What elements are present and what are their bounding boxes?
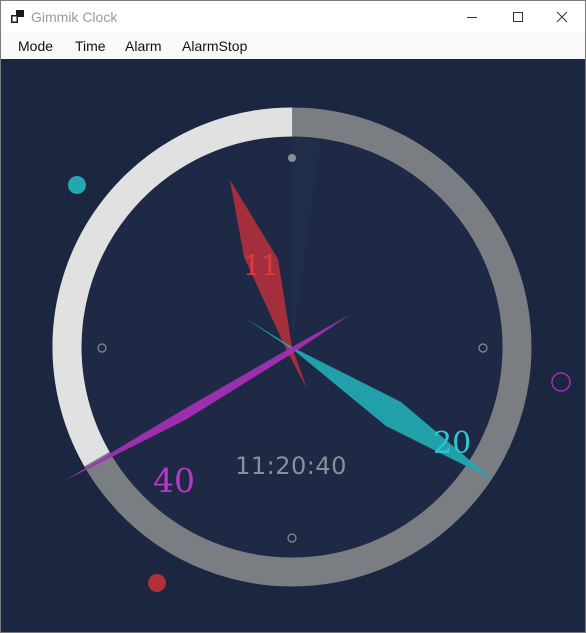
app-window: Gimmik Clock Mode Time Alarm AlarmStop 1… [0,0,586,633]
clock-svg [52,107,571,592]
hour-orbit-dot [148,574,166,592]
window-title: Gimmik Clock [31,9,118,25]
second-hand-label: 40 [153,461,195,500]
menu-bar: Mode Time Alarm AlarmStop [1,32,585,59]
hour-hand-label: 11 [243,249,279,282]
maximize-button[interactable] [495,1,541,32]
title-bar[interactable]: Gimmik Clock [1,1,585,32]
minute-hand-label: 20 [433,426,472,461]
clock-canvas: 11 20 40 11:20:40 [1,59,585,632]
menu-time[interactable]: Time [75,38,106,54]
maximize-icon [513,11,523,22]
minimize-icon [467,16,477,18]
digital-time: 11:20:40 [235,452,347,480]
marker-12 [288,154,296,162]
menu-alarm[interactable]: Alarm [125,38,162,54]
menu-mode[interactable]: Mode [18,38,53,54]
menu-alarmstop[interactable]: AlarmStop [182,38,247,54]
minute-orbit-dot [68,176,86,194]
close-button[interactable] [539,1,585,32]
close-icon [556,11,568,22]
app-window-icon [11,10,24,23]
second-orbit-dot [551,372,571,392]
minimize-button-slot[interactable] [449,1,495,32]
